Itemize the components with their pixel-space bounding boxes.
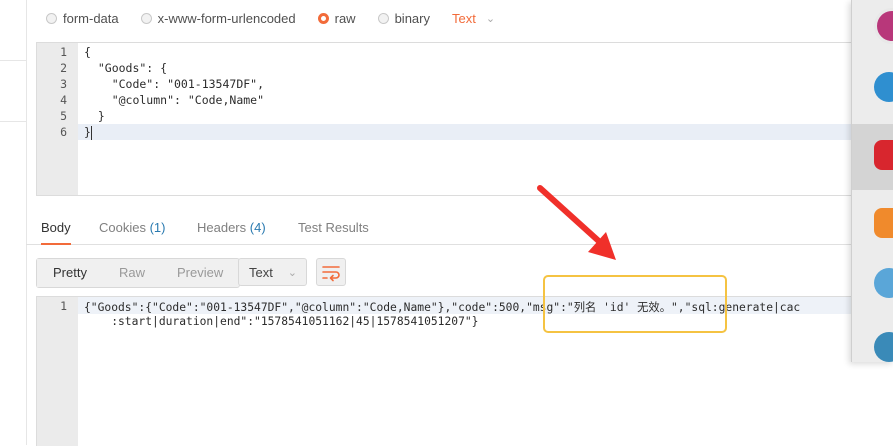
tab-label: Cookies — [99, 220, 146, 235]
globe-app-icon — [874, 72, 893, 102]
chevron-down-icon: ⌄ — [485, 12, 496, 25]
radio-button[interactable] — [140, 12, 152, 24]
count-badge: (4) — [249, 220, 266, 235]
dock-item[interactable] — [852, 194, 893, 254]
dock-item[interactable] — [852, 0, 893, 60]
count-badge: (1) — [149, 220, 166, 235]
active-line-highlight — [78, 124, 893, 140]
line-number: 6 — [60, 125, 67, 139]
app-icon — [874, 8, 893, 44]
response-json-line-wrapped: :start|duration|end":"1578541051162|45|1… — [84, 315, 479, 328]
code-line: "@column": "Code,Name" — [84, 93, 265, 107]
code-line: "Code": "001-13547DF", — [84, 77, 265, 91]
radio-label: form-data — [63, 10, 119, 26]
line-number: 1 — [60, 45, 67, 59]
radio-label: raw — [334, 10, 356, 26]
dock-item[interactable] — [852, 254, 893, 314]
radio-label: x-www-form-urlencoded — [157, 10, 296, 26]
radio-binary[interactable]: binary — [377, 10, 430, 26]
radio-raw[interactable]: raw — [317, 10, 356, 26]
tab-label: Body — [41, 220, 71, 235]
response-body-viewer[interactable]: 1 {"Goods":{"Code":"001-13547DF","@colum… — [36, 296, 893, 446]
response-tabs: Body Cookies (1) Headers (4) Test Result… — [26, 212, 893, 245]
text-cursor — [91, 126, 92, 140]
radio-urlencoded[interactable]: x-www-form-urlencoded — [140, 10, 296, 26]
left-sidebar-edge — [0, 0, 27, 445]
line-number: 5 — [60, 109, 67, 123]
code-line: "Goods": { — [84, 61, 168, 75]
line-number: 1 — [60, 299, 67, 313]
radio-label: binary — [394, 10, 430, 26]
tab-test-results[interactable]: Test Results — [298, 212, 369, 243]
radio-button[interactable] — [377, 12, 389, 24]
radio-button-selected[interactable] — [317, 12, 329, 24]
tab-headers[interactable]: Headers (4) — [197, 212, 266, 243]
request-body-editor[interactable]: 1 2 3 4 5 6 { "Goods": { "Code": "001-13… — [36, 42, 893, 196]
app-icon — [874, 332, 893, 362]
preview-button[interactable]: Preview — [161, 259, 239, 287]
chevron-down-icon: ⌄ — [287, 267, 297, 279]
response-format-label: Text — [249, 265, 273, 280]
tab-label: Headers — [197, 220, 247, 235]
mail-app-icon — [874, 140, 893, 170]
line-number: 3 — [60, 77, 67, 91]
line-number: 2 — [60, 61, 67, 75]
body-type-selector: form-data x-www-form-urlencoded raw bina… — [46, 8, 495, 28]
briefcase-app-icon — [874, 208, 893, 238]
dock-item[interactable] — [852, 60, 893, 120]
annotation-arrow-icon — [537, 185, 616, 260]
tab-label: Test Results — [298, 220, 369, 235]
raw-button[interactable]: Raw — [103, 259, 161, 287]
dock-item-selected[interactable] — [852, 124, 893, 190]
dock-item[interactable] — [852, 314, 893, 374]
raw-format-dropdown[interactable]: Text ⌄ — [452, 11, 495, 26]
radio-button[interactable] — [46, 12, 57, 24]
raw-format-label: Text — [452, 10, 476, 26]
wrap-lines-button[interactable] — [316, 258, 346, 286]
response-format-dropdown[interactable]: Text ⌄ — [238, 258, 307, 286]
code-line: { — [84, 45, 91, 59]
tab-body[interactable]: Body — [41, 212, 71, 245]
radio-form-data[interactable]: form-data — [46, 11, 119, 26]
sidebar-divider — [0, 121, 26, 122]
line-number: 4 — [60, 93, 67, 107]
tab-cookies[interactable]: Cookies (1) — [99, 212, 165, 243]
pretty-button[interactable]: Pretty — [37, 259, 103, 287]
app-dock — [851, 0, 893, 362]
line-number-gutter — [37, 297, 78, 446]
bird-app-icon — [874, 268, 893, 298]
sidebar-divider — [0, 60, 26, 61]
view-mode-group: Pretty Raw Preview — [36, 258, 241, 288]
code-line: } — [84, 125, 91, 139]
code-line: } — [84, 109, 105, 123]
wrap-lines-icon — [322, 266, 340, 282]
annotation-highlight-box — [543, 275, 727, 333]
